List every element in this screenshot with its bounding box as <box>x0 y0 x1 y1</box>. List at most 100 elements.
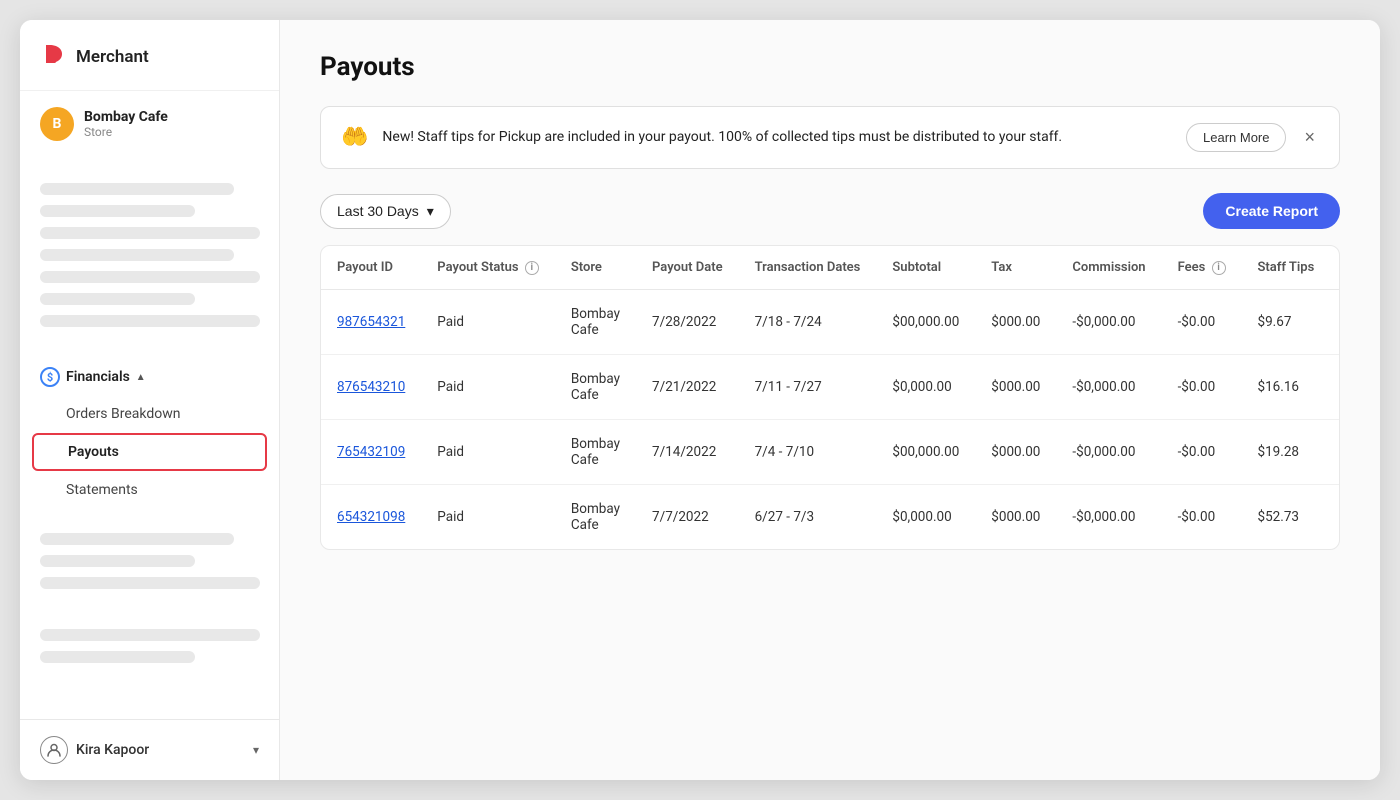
sidebar-item-payouts[interactable]: Payouts <box>32 433 267 471</box>
financials-section: $ Financials ▲ Orders Breakdown Payouts … <box>20 349 279 515</box>
payout-id-link[interactable]: 654321098 <box>337 509 405 525</box>
sidebar-item-orders-breakdown[interactable]: Orders Breakdown <box>20 397 279 431</box>
cell-commission: -$0,000.00 <box>1056 355 1161 420</box>
cell-commission: -$0,000.00 <box>1056 485 1161 550</box>
financials-label: Financials <box>66 369 130 385</box>
payouts-table-container: Payout ID Payout Status i Store Payout D… <box>320 245 1340 550</box>
payout-id-link[interactable]: 765432109 <box>337 444 405 460</box>
payout-id-link[interactable]: 876543210 <box>337 379 405 395</box>
chevron-down-icon: ▾ <box>253 743 259 757</box>
cell-tax: $000.00 <box>975 355 1056 420</box>
sidebar: Merchant B Bombay Cafe Store <box>20 20 280 780</box>
table-row: 654321098 Paid Bombay Cafe 7/7/2022 6/27… <box>321 485 1340 550</box>
cell-commission: -$0,000.00 <box>1056 290 1161 355</box>
table-row: 765432109 Paid Bombay Cafe 7/14/2022 7/4… <box>321 420 1340 485</box>
store-avatar: B <box>40 107 74 141</box>
col-store: Store <box>555 246 636 290</box>
payouts-table: Payout ID Payout Status i Store Payout D… <box>321 246 1340 549</box>
nav-placeholder-12 <box>40 651 195 663</box>
cell-staff-tips: $9.67 <box>1242 290 1331 355</box>
cell-tax: $000.00 <box>975 290 1056 355</box>
cell-subtotal: $00,000.00 <box>876 290 975 355</box>
cell-fees: -$0.00 <box>1162 485 1242 550</box>
cell-transaction-dates: 6/27 - 7/3 <box>739 485 877 550</box>
cell-subtotal: $00,000.00 <box>876 420 975 485</box>
cell-transaction-dates: 7/11 - 7/27 <box>739 355 877 420</box>
cell-commission: -$0,000.00 <box>1056 420 1161 485</box>
banner-close-button[interactable]: × <box>1300 123 1319 152</box>
cell-payout-date: 7/7/2022 <box>636 485 739 550</box>
cell-error <box>1330 290 1340 355</box>
nav-placeholder-11 <box>40 629 260 641</box>
col-payout-status: Payout Status i <box>421 246 555 290</box>
col-error: Error <box>1330 246 1340 290</box>
cell-staff-tips: $52.73 <box>1242 485 1331 550</box>
page-title: Payouts <box>320 52 1340 82</box>
app-container: Merchant B Bombay Cafe Store <box>20 20 1380 780</box>
cell-transaction-dates: 7/4 - 7/10 <box>739 420 877 485</box>
cell-store: Bombay Cafe <box>555 485 636 550</box>
nav-placeholder-8 <box>40 533 234 545</box>
filter-bar: Last 30 Days ▾ Create Report <box>320 193 1340 229</box>
banner: 🤲 New! Staff tips for Pickup are include… <box>320 106 1340 169</box>
col-payout-date: Payout Date <box>636 246 739 290</box>
create-report-button[interactable]: Create Report <box>1203 193 1340 229</box>
nav-placeholder-4 <box>40 249 234 261</box>
cell-subtotal: $0,000.00 <box>876 355 975 420</box>
col-staff-tips: Staff Tips <box>1242 246 1331 290</box>
nav-placeholder-9 <box>40 555 195 567</box>
cell-status: Paid <box>421 290 555 355</box>
merchant-label: Merchant <box>76 47 149 67</box>
cell-payout-id: 876543210 <box>321 355 421 420</box>
sidebar-header: Merchant <box>20 20 279 91</box>
nav-placeholder-6 <box>40 293 195 305</box>
cell-staff-tips: $16.16 <box>1242 355 1331 420</box>
cell-status: Paid <box>421 355 555 420</box>
cell-tax: $000.00 <box>975 420 1056 485</box>
financials-icon: $ <box>40 367 60 387</box>
user-icon <box>40 736 68 764</box>
nav-placeholder-1 <box>40 183 234 195</box>
cell-store: Bombay Cafe <box>555 420 636 485</box>
table-header-row: Payout ID Payout Status i Store Payout D… <box>321 246 1340 290</box>
nav-placeholder-3 <box>40 227 260 239</box>
date-filter-chevron: ▾ <box>427 203 434 220</box>
cell-store: Bombay Cafe <box>555 355 636 420</box>
main-content: Payouts 🤲 New! Staff tips for Pickup are… <box>280 20 1380 780</box>
date-filter-label: Last 30 Days <box>337 203 419 219</box>
col-subtotal: Subtotal <box>876 246 975 290</box>
learn-more-button[interactable]: Learn More <box>1186 123 1286 152</box>
payout-status-info-icon[interactable]: i <box>525 261 539 275</box>
store-info: B Bombay Cafe Store <box>20 91 279 153</box>
payout-id-link[interactable]: 987654321 <box>337 314 405 330</box>
col-payout-id: Payout ID <box>321 246 421 290</box>
chevron-up-icon: ▲ <box>136 372 146 383</box>
col-transaction-dates: Transaction Dates <box>739 246 877 290</box>
cell-payout-date: 7/14/2022 <box>636 420 739 485</box>
store-name: Bombay Cafe <box>84 109 168 125</box>
cell-error <box>1330 420 1340 485</box>
fees-info-icon[interactable]: i <box>1212 261 1226 275</box>
cell-fees: -$0.00 <box>1162 355 1242 420</box>
cell-transaction-dates: 7/18 - 7/24 <box>739 290 877 355</box>
sidebar-bottom: Kira Kapoor ▾ <box>20 719 279 780</box>
nav-placeholder-7 <box>40 315 260 327</box>
user-info[interactable]: Kira Kapoor ▾ <box>40 736 259 764</box>
financials-header[interactable]: $ Financials ▲ <box>20 357 279 397</box>
cell-fees: -$0.00 <box>1162 420 1242 485</box>
cell-status: Paid <box>421 420 555 485</box>
doordash-logo-icon <box>40 40 68 74</box>
cell-subtotal: $0,000.00 <box>876 485 975 550</box>
tips-icon: 🤲 <box>341 125 368 150</box>
cell-staff-tips: $19.28 <box>1242 420 1331 485</box>
banner-text: New! Staff tips for Pickup are included … <box>382 127 1172 148</box>
cell-status: Paid <box>421 485 555 550</box>
cell-payout-date: 7/28/2022 <box>636 290 739 355</box>
col-fees: Fees i <box>1162 246 1242 290</box>
sidebar-item-statements[interactable]: Statements <box>20 473 279 507</box>
cell-store: Bombay Cafe <box>555 290 636 355</box>
nav-placeholder-2 <box>40 205 195 217</box>
col-commission: Commission <box>1056 246 1161 290</box>
date-filter-button[interactable]: Last 30 Days ▾ <box>320 194 451 229</box>
cell-fees: -$0.00 <box>1162 290 1242 355</box>
